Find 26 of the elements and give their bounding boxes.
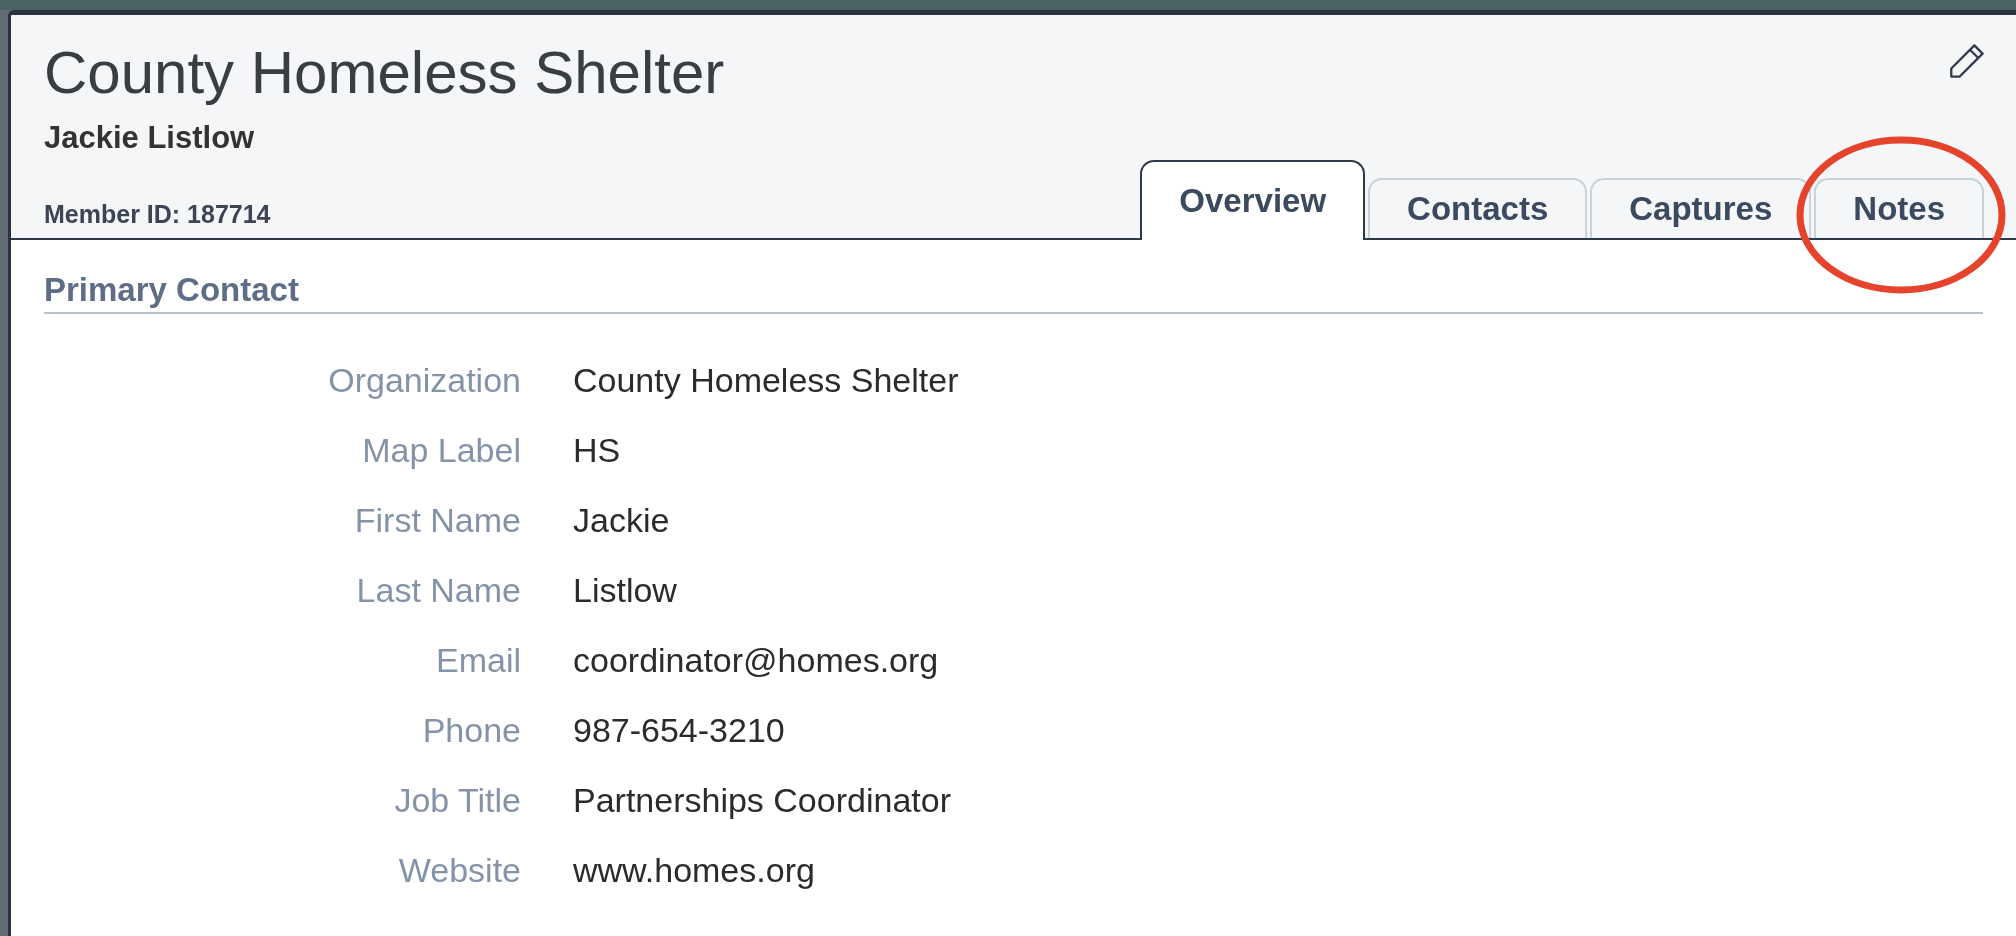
field-value: Partnerships Coordinator <box>573 779 951 821</box>
field-value: Jackie <box>573 499 670 541</box>
field-value: www.homes.org <box>573 849 815 891</box>
field-label: Map Label <box>361 429 521 471</box>
edit-button[interactable] <box>1949 44 1984 79</box>
field-value: HS <box>573 429 621 471</box>
field-value: 987-654-3210 <box>573 709 785 751</box>
tab[interactable]: Captures <box>1590 178 1812 238</box>
field-value: Listlow <box>573 569 677 611</box>
contact-name: Jackie Listlow <box>44 122 256 153</box>
field-label: Job Title <box>393 779 521 821</box>
pencil-icon <box>1949 44 1984 79</box>
field-label: Phone <box>421 709 521 751</box>
field-label: Email <box>434 639 521 681</box>
section-title: Primary Contact <box>44 273 1983 314</box>
field-label: Website <box>397 849 521 891</box>
field-value: County Homeless Shelter <box>573 359 959 401</box>
tab[interactable]: Notes <box>1814 178 1984 238</box>
field-label: First Name <box>353 499 521 541</box>
record-title: County Homeless Shelter <box>44 43 725 103</box>
tab[interactable]: Overview <box>1140 160 1366 240</box>
field-label: Last Name <box>355 569 521 611</box>
field-value: coordinator@homes.org <box>573 639 939 681</box>
member-id: Member ID: 187714 <box>44 202 272 227</box>
tab[interactable]: Contacts <box>1368 178 1588 238</box>
field-label: Organization <box>327 359 521 401</box>
